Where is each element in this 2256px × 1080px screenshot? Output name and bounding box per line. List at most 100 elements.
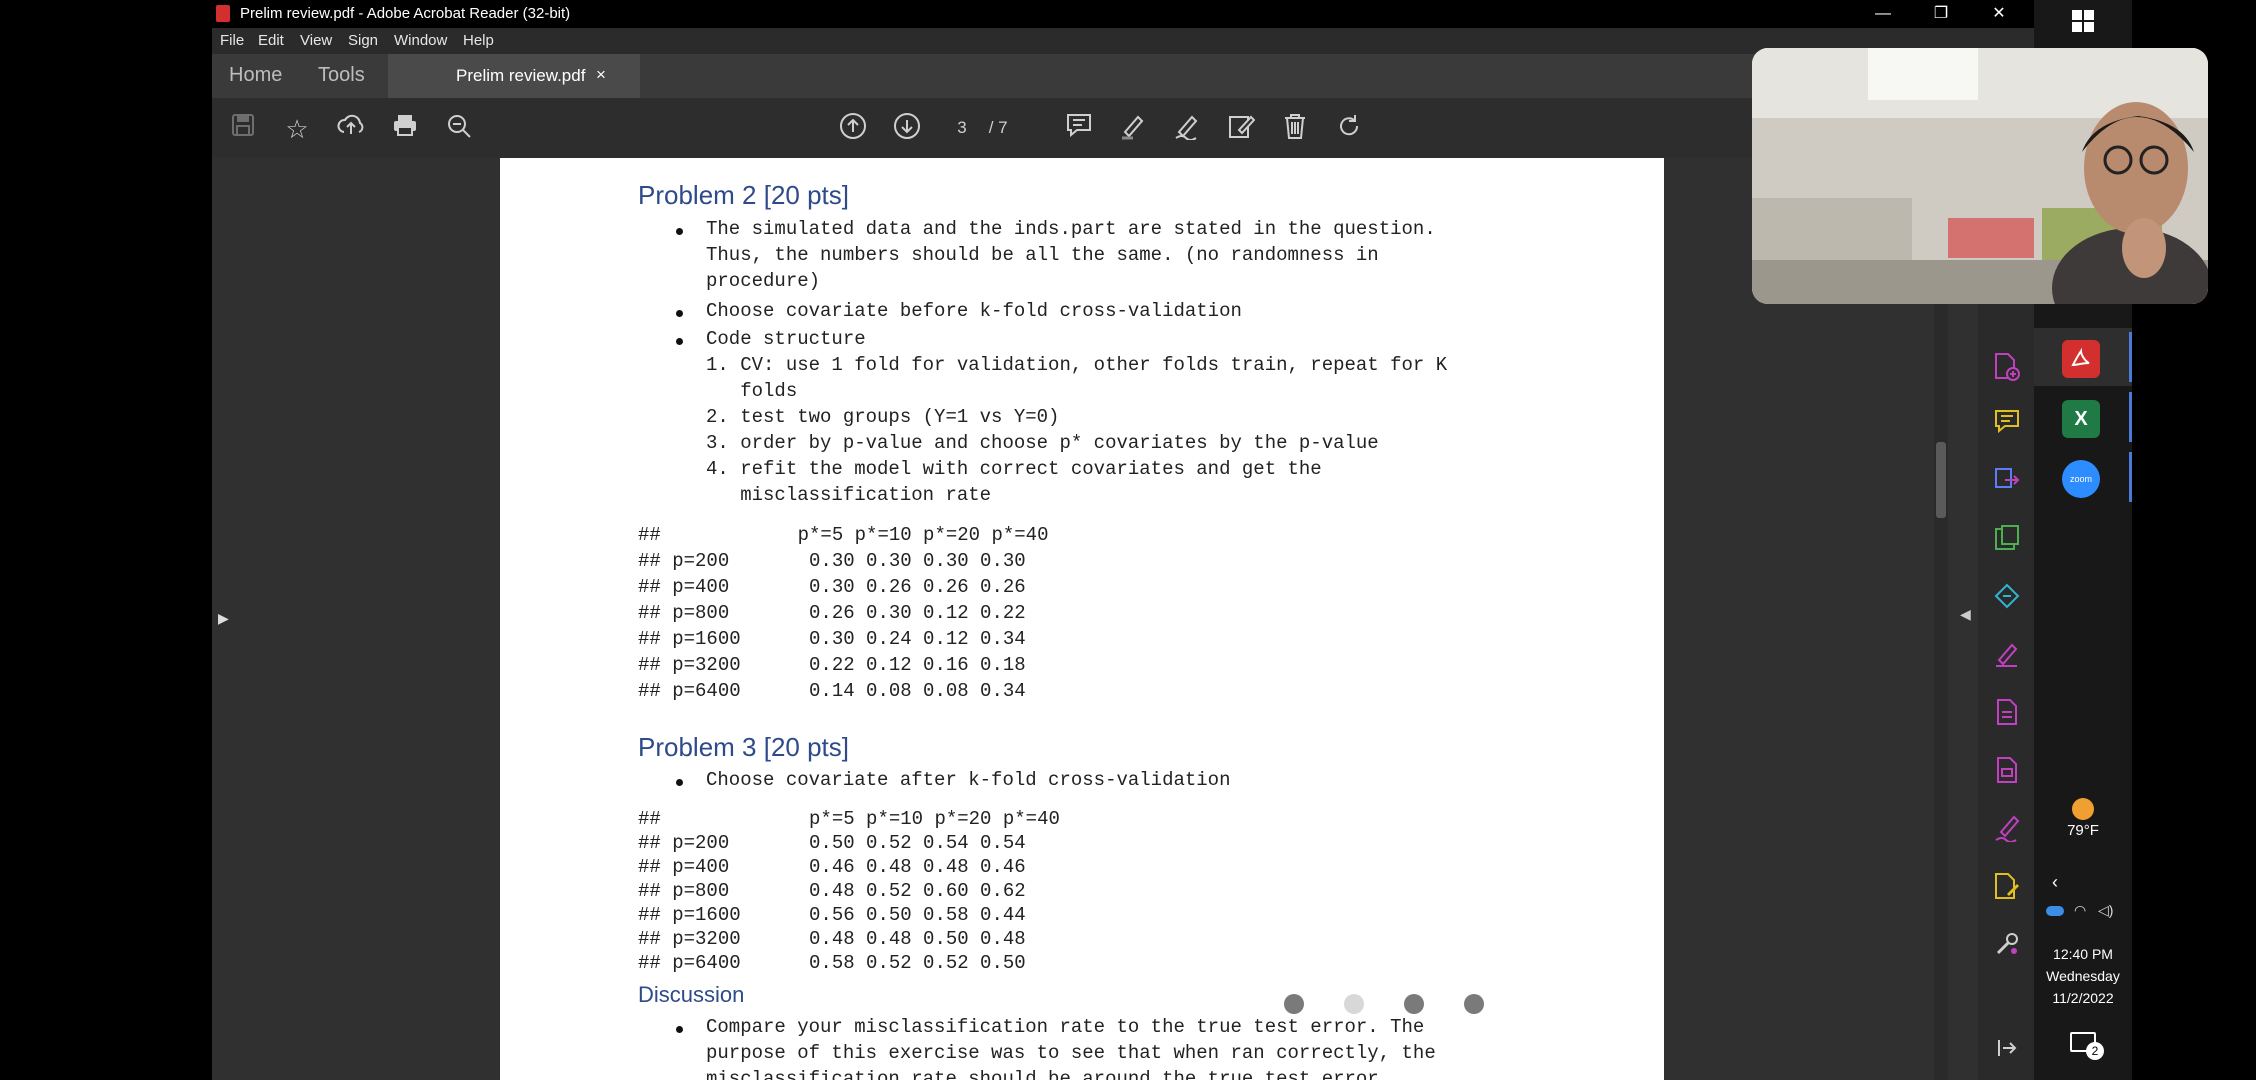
menu-file[interactable]: File — [220, 32, 244, 49]
windows-start-icon[interactable] — [2064, 10, 2102, 48]
pdf-app-icon — [216, 5, 230, 22]
p3-bullet1: Choose covariate after k-fold cross-vali… — [706, 769, 1231, 791]
discussion-line1: Compare your misclassification rate to t… — [706, 1016, 1425, 1038]
p3-table-row: ## p=3200 0.48 0.48 0.50 0.48 — [638, 928, 1026, 950]
clock-date[interactable]: 11/2/2022 — [2034, 990, 2132, 1006]
discussion-line3: misclassification rate should be around … — [706, 1068, 1391, 1080]
fill-form-icon[interactable] — [1992, 872, 2022, 902]
discussion-heading: Discussion — [638, 982, 745, 1007]
p3-table-row: ## p=400 0.46 0.48 0.48 0.46 — [638, 856, 1026, 878]
page-indicator: 3 / 7 — [948, 118, 1008, 138]
p2-step1-line2: folds — [706, 380, 798, 402]
menu-view[interactable]: View — [300, 32, 332, 49]
highlight-pen-icon[interactable] — [1116, 112, 1150, 146]
menu-sign[interactable]: Sign — [348, 32, 378, 49]
acrobat-taskbar-icon[interactable] — [2062, 340, 2100, 378]
zoom-taskbar-icon[interactable]: zoom — [2062, 460, 2100, 498]
scrollbar-thumb[interactable] — [1936, 442, 1946, 518]
organize-pages-icon[interactable] — [1992, 524, 2022, 554]
webcam-image — [1752, 48, 2208, 304]
minimize-button[interactable]: — — [1854, 0, 1912, 28]
bullet-dot — [676, 228, 683, 235]
delete-icon[interactable] — [1278, 112, 1312, 146]
p2-bullet1-line3: procedure) — [706, 270, 821, 292]
zoom-out-icon[interactable] — [442, 112, 476, 146]
form-icon[interactable] — [1992, 756, 2022, 786]
volume-icon[interactable]: ◁) — [2098, 902, 2113, 919]
pdf-page: Problem 2 [20 pts] The simulated data an… — [500, 158, 1664, 1080]
fill-sign-icon[interactable] — [1224, 112, 1258, 146]
document-icon[interactable] — [1992, 698, 2022, 728]
clock-day[interactable]: Wednesday — [2034, 968, 2132, 984]
onedrive-icon[interactable] — [2046, 906, 2064, 916]
problem2-heading: Problem 2 [20 pts] — [638, 180, 849, 210]
print-icon[interactable] — [388, 112, 422, 146]
cloud-upload-icon[interactable] — [334, 112, 368, 146]
create-pdf-icon[interactable] — [1992, 352, 2022, 382]
p2-bullet2: Choose covariate before k-fold cross-val… — [706, 300, 1242, 322]
wifi-icon[interactable]: ◠ — [2074, 902, 2086, 919]
window-title: Prelim review.pdf - Adobe Acrobat Reader… — [240, 5, 571, 22]
page-nav-dot[interactable] — [1464, 994, 1484, 1014]
problem3-heading: Problem 3 [20 pts] — [638, 732, 849, 762]
p2-step4-line1: 4. refit the model with correct covariat… — [706, 458, 1322, 480]
app-indicator — [2129, 392, 2132, 442]
tools-pane — [1978, 300, 2034, 1080]
sign-tool-icon[interactable] — [1992, 814, 2022, 844]
p2-step4-line2: misclassification rate — [706, 484, 992, 506]
page-number-input[interactable]: 3 — [948, 118, 976, 138]
clock-time[interactable]: 12:40 PM — [2034, 946, 2132, 962]
more-tools-icon[interactable] — [1992, 930, 2022, 960]
p2-bullet1-line2: Thus, the numbers should be all the same… — [706, 244, 1379, 266]
next-page-icon[interactable] — [890, 112, 924, 146]
tab-close-icon[interactable]: × — [596, 65, 606, 85]
save-icon[interactable] — [226, 112, 260, 146]
export-pdf-icon[interactable] — [1992, 466, 2022, 496]
p2-table-row: ## p=200 0.30 0.30 0.30 0.30 — [638, 550, 1026, 572]
menu-window[interactable]: Window — [394, 32, 447, 49]
previous-page-icon[interactable] — [836, 112, 870, 146]
page-total: / 7 — [988, 118, 1008, 137]
bullet-dot — [676, 1026, 683, 1033]
chevron-left-icon[interactable]: ‹ — [2052, 872, 2058, 893]
notification-count-badge: 2 — [2086, 1042, 2104, 1060]
close-button[interactable]: ✕ — [1970, 0, 2028, 28]
p2-step1-line1: 1. CV: use 1 fold for validation, other … — [706, 354, 1448, 376]
p2-table-row: ## p=6400 0.14 0.08 0.08 0.34 — [638, 680, 1026, 702]
tab-document[interactable]: Prelim review.pdf × — [388, 54, 640, 98]
p2-table-row: ## p=3200 0.22 0.12 0.16 0.18 — [638, 654, 1026, 676]
tab-document-label: Prelim review.pdf — [456, 66, 586, 85]
page-nav-dot[interactable] — [1404, 994, 1424, 1014]
p3-table-row: ## p=1600 0.56 0.50 0.58 0.44 — [638, 904, 1026, 926]
right-panel-toggle-icon[interactable]: ◀ — [1960, 606, 1971, 623]
page-nav-dot[interactable] — [1344, 994, 1364, 1014]
menu-edit[interactable]: Edit — [258, 32, 284, 49]
left-panel-toggle-icon[interactable]: ▶ — [218, 610, 229, 627]
bullet-dot — [676, 310, 683, 317]
p3-table-row: ## p=200 0.50 0.52 0.54 0.54 — [638, 832, 1026, 854]
p2-table-row: ## p=1600 0.30 0.24 0.12 0.34 — [638, 628, 1026, 650]
send-for-review-icon[interactable] — [1992, 582, 2022, 612]
page-nav-dot[interactable] — [1284, 994, 1304, 1014]
comment-icon[interactable] — [1062, 112, 1096, 146]
p2-bullet3: Code structure — [706, 328, 866, 350]
tab-tools[interactable]: Tools — [318, 64, 365, 87]
tab-home[interactable]: Home — [229, 64, 282, 87]
p2-table-row: ## p=800 0.26 0.30 0.12 0.22 — [638, 602, 1026, 624]
excel-taskbar-icon[interactable]: X — [2062, 400, 2100, 438]
title-bar: Prelim review.pdf - Adobe Acrobat Reader… — [212, 0, 2034, 28]
menu-help[interactable]: Help — [463, 32, 494, 49]
p2-step3: 3. order by p-value and choose p* covari… — [706, 432, 1379, 454]
weather-temp[interactable]: 79°F — [2034, 822, 2132, 839]
collapse-pane-icon[interactable] — [1992, 1036, 2022, 1066]
edit-pdf-icon[interactable] — [1992, 640, 2022, 670]
active-app-indicator — [2129, 332, 2132, 382]
restore-button[interactable]: ❐ — [1912, 0, 1970, 28]
draw-icon[interactable] — [1170, 112, 1204, 146]
comment-tool-icon[interactable] — [1992, 408, 2022, 438]
rotate-icon[interactable] — [1332, 112, 1366, 146]
webcam-video-overlay[interactable] — [1752, 48, 2208, 304]
weather-sun-icon — [2072, 798, 2094, 820]
bullet-dot — [676, 779, 683, 786]
bookmark-star-icon[interactable]: ☆ — [280, 112, 314, 146]
